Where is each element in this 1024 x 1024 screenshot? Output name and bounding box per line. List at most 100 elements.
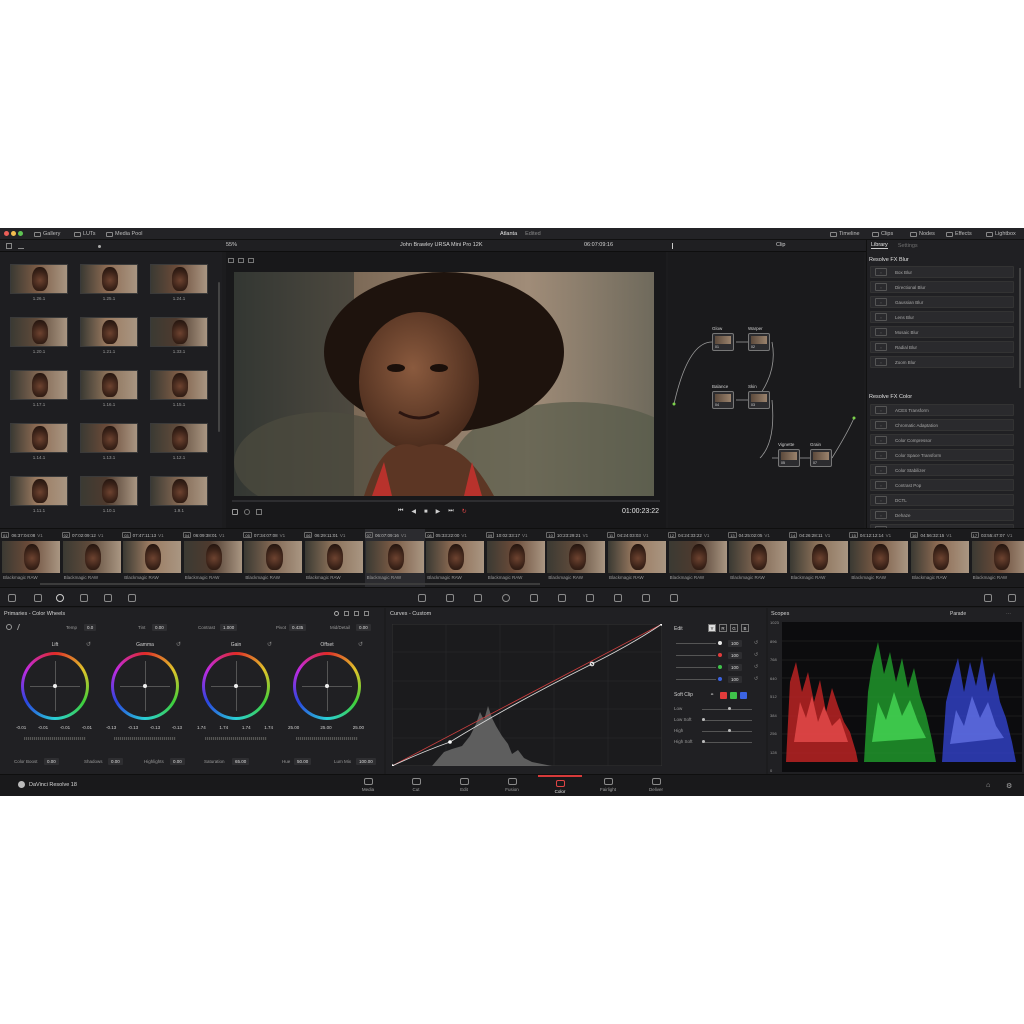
wheel-value[interactable]: -0.01: [60, 725, 70, 730]
maximize-window-button[interactable]: [18, 231, 23, 236]
qualifier-icon[interactable]: [474, 594, 482, 602]
clip-thumbnail[interactable]: 14 04:26:28:11 V1 Blackmagic RAW: [788, 529, 849, 587]
node[interactable]: 05: [778, 449, 800, 467]
highlight-view-icon[interactable]: [248, 258, 254, 263]
control-value[interactable]: 100.00: [356, 758, 376, 765]
gallery-still[interactable]: [10, 370, 68, 400]
channel-reset-icon[interactable]: ↺: [754, 652, 758, 658]
gallery-still[interactable]: [150, 264, 208, 294]
color-warper-icon[interactable]: [446, 594, 454, 602]
channel-reset-icon[interactable]: ↺: [754, 640, 758, 646]
skip-forward-icon[interactable]: ⏭: [448, 508, 453, 515]
clips-toggle[interactable]: Clips: [872, 231, 893, 237]
channel-button-y[interactable]: Y: [708, 624, 716, 632]
control-value[interactable]: 0.00: [152, 624, 167, 631]
control-value[interactable]: 0.00: [356, 624, 371, 631]
curves-icon[interactable]: [418, 594, 426, 602]
channel-reset-icon[interactable]: ↺: [754, 664, 758, 670]
play-icon[interactable]: ▶: [436, 508, 441, 515]
node[interactable]: 07: [810, 449, 832, 467]
page-tab-color[interactable]: Color: [538, 775, 582, 796]
channel-value[interactable]: 100: [728, 640, 742, 647]
gallery-still[interactable]: [150, 370, 208, 400]
wheel-reset-icon[interactable]: ↺: [86, 641, 91, 648]
sizing-icon[interactable]: [642, 594, 650, 602]
soft-clip-handle[interactable]: [728, 729, 731, 732]
picker-icon[interactable]: [232, 509, 238, 515]
fx-item[interactable]: ▫ Gaussian Blur: [870, 296, 1014, 308]
nodes-toggle[interactable]: Nodes: [910, 231, 935, 237]
close-window-button[interactable]: [4, 231, 9, 236]
wheel-master-slider[interactable]: [114, 737, 176, 740]
wheel-value[interactable]: 25.00: [288, 725, 299, 730]
info-icon[interactable]: [1008, 594, 1016, 602]
clip-thumbnail[interactable]: 17 03:55:47:07 V1 Blackmagic RAW: [970, 529, 1024, 587]
wheel-master-slider[interactable]: [205, 737, 267, 740]
fx-item[interactable]: ▫ Contrast Pop: [870, 479, 1014, 491]
clip-thumbnail[interactable]: 08 05:33:22:00 V1 Blackmagic RAW: [425, 529, 485, 587]
node[interactable]: 03: [748, 391, 770, 409]
clips-scrollbar[interactable]: [40, 583, 540, 585]
channel-value[interactable]: 100: [728, 664, 742, 671]
lightbox-toggle[interactable]: Lightbox: [986, 231, 1016, 237]
fx-item[interactable]: ▫ Radial Blur: [870, 341, 1014, 353]
soft-clip-link-icon[interactable]: ⚭: [710, 692, 714, 698]
wheel-puck[interactable]: [325, 684, 329, 688]
gallery-still[interactable]: [80, 370, 138, 400]
control-value[interactable]: 1.000: [220, 624, 238, 631]
effects-toggle[interactable]: Effects: [946, 231, 972, 237]
settings-gear-icon[interactable]: ⚙: [1006, 782, 1012, 790]
wheel-reset-icon[interactable]: ↺: [176, 641, 181, 648]
soft-clip-slider[interactable]: [702, 742, 752, 743]
clip-thumbnail[interactable]: 10 10:23:29:21 V1 Blackmagic RAW: [546, 529, 606, 587]
control-value[interactable]: 0.00: [170, 758, 185, 765]
tab-library[interactable]: Library: [871, 242, 888, 249]
channel-button-g[interactable]: G: [730, 624, 738, 632]
wheel-value[interactable]: 25.00: [320, 725, 331, 730]
fx-item[interactable]: ▫ Dehaze: [870, 509, 1014, 521]
gallery-still[interactable]: [80, 423, 138, 453]
color-wheels-icon[interactable]: [56, 594, 64, 602]
wheel-value[interactable]: 1.74: [219, 725, 228, 730]
gallery-still[interactable]: [150, 476, 208, 506]
fx-item[interactable]: ▫ Mosaic Blur: [870, 326, 1014, 338]
wheel-value[interactable]: 1.74: [264, 725, 273, 730]
scope-mode-select[interactable]: Parade: [950, 611, 966, 617]
clip-thumbnail[interactable]: 05 07:34:07:08 V1 Blackmagic RAW: [243, 529, 303, 587]
channel-value[interactable]: 100: [728, 676, 742, 683]
hdr-wheels-icon[interactable]: [364, 611, 369, 616]
soft-clip-handle[interactable]: [702, 740, 705, 743]
clip-thumbnail[interactable]: 03 07:47:11:13 V1 Blackmagic RAW: [122, 529, 182, 587]
clip-thumbnail[interactable]: 06 06:29:11:01 V1 Blackmagic RAW: [304, 529, 364, 587]
channel-button-b[interactable]: B: [741, 624, 749, 632]
blur-icon[interactable]: [586, 594, 594, 602]
reset-icon[interactable]: [334, 611, 339, 616]
sort-icon[interactable]: [18, 243, 24, 249]
library-scrollbar[interactable]: [1019, 268, 1021, 388]
gallery-still[interactable]: [10, 317, 68, 347]
key-icon[interactable]: [614, 594, 622, 602]
wheel-value[interactable]: -0.13: [106, 725, 116, 730]
node-mode-select[interactable]: Clip: [776, 242, 785, 248]
skip-back-icon[interactable]: ⏮: [398, 508, 403, 515]
soft-clip-slider[interactable]: [702, 709, 752, 710]
soft-clip-channel[interactable]: [720, 692, 727, 699]
log-icon[interactable]: [354, 611, 359, 616]
camera-raw-icon[interactable]: [8, 594, 16, 602]
hdr-icon[interactable]: [128, 594, 136, 602]
wheel-reset-icon[interactable]: ↺: [267, 641, 272, 648]
channel-value[interactable]: 100: [728, 652, 742, 659]
clip-thumbnail[interactable]: 15 04:12:12:14 V1 Blackmagic RAW: [849, 529, 909, 587]
timeline-toggle[interactable]: Timeline: [830, 231, 860, 237]
play-reverse-icon[interactable]: ◀: [411, 508, 416, 515]
page-tab-fusion[interactable]: Fusion: [490, 775, 534, 796]
wheel-reset-icon[interactable]: ↺: [358, 641, 363, 648]
clip-thumbnail[interactable]: 09 10:02:33:17 V1 Blackmagic RAW: [485, 529, 546, 587]
wheel-puck[interactable]: [234, 684, 238, 688]
control-value[interactable]: 50.00: [294, 758, 312, 765]
fx-item[interactable]: ▫ Lens Blur: [870, 311, 1014, 323]
gallery-still[interactable]: [10, 264, 68, 294]
scrubber-bar[interactable]: [232, 500, 660, 502]
picker-tool-icon[interactable]: [16, 624, 26, 630]
soft-clip-channel[interactable]: [740, 692, 747, 699]
